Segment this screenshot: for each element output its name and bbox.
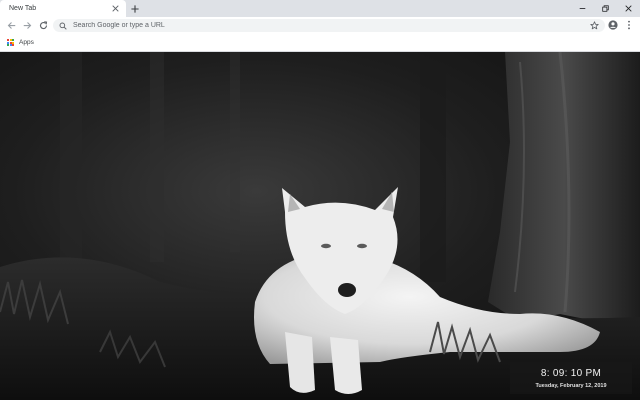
minimize-button[interactable] xyxy=(571,0,593,15)
tab-title: New Tab xyxy=(9,5,37,12)
wolf-photo-image xyxy=(0,52,640,400)
search-icon xyxy=(58,22,68,30)
reload-icon xyxy=(39,17,48,35)
profile-button[interactable] xyxy=(606,19,619,32)
forward-arrow-icon xyxy=(23,17,32,35)
minimize-icon xyxy=(579,0,586,17)
tab-strip: New Tab xyxy=(0,0,640,17)
back-button[interactable] xyxy=(5,19,18,32)
tab-new-tab[interactable]: New Tab xyxy=(0,0,126,17)
forward-button[interactable] xyxy=(21,19,34,32)
omnibox[interactable] xyxy=(53,19,605,32)
new-tab-button[interactable] xyxy=(128,2,141,15)
more-vert-icon xyxy=(627,17,631,35)
clock-widget: 8: 09: 10 PM Tuesday, February 12, 2019 xyxy=(510,362,632,394)
restore-button[interactable] xyxy=(594,0,616,15)
background-wallpaper xyxy=(0,52,640,400)
apps-label: Apps xyxy=(19,39,34,46)
apps-grid-dot xyxy=(12,44,14,46)
close-icon[interactable] xyxy=(109,3,121,15)
bookmarks-bar: Apps xyxy=(0,34,640,52)
restore-icon xyxy=(601,0,609,17)
apps-shortcut[interactable]: Apps xyxy=(7,39,34,46)
account-icon xyxy=(607,17,618,35)
clock-time: 8: 09: 10 PM xyxy=(540,367,602,379)
search-input[interactable] xyxy=(68,19,605,32)
toolbar xyxy=(0,17,640,34)
bookmark-star-button[interactable] xyxy=(588,19,600,32)
plus-icon xyxy=(130,0,139,18)
close-icon xyxy=(624,0,632,17)
close-window-button[interactable] xyxy=(617,0,639,15)
reload-button[interactable] xyxy=(37,19,50,32)
menu-button[interactable] xyxy=(622,19,635,32)
back-arrow-icon xyxy=(7,17,16,35)
star-icon xyxy=(589,17,599,35)
clock-date: Tuesday, February 12, 2019 xyxy=(535,382,607,389)
apps-grid-icon xyxy=(7,39,14,46)
